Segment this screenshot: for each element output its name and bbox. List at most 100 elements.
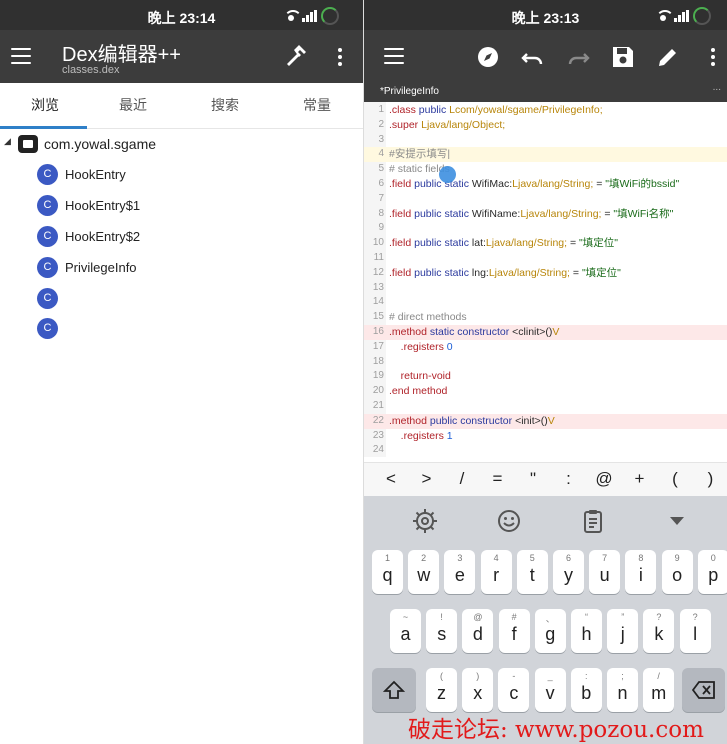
build-hammer-icon[interactable] xyxy=(284,44,308,68)
class-item[interactable]: C HookEntry$2 xyxy=(36,225,336,251)
code-line[interactable]: 20 .end method xyxy=(364,384,727,399)
class-item[interactable]: C xyxy=(36,287,336,313)
key-v[interactable]: _ v xyxy=(534,668,566,712)
class-item[interactable]: C HookEntry xyxy=(36,163,336,189)
symbol-key[interactable]: / xyxy=(450,469,474,489)
code-token: .field xyxy=(389,207,415,220)
key-x[interactable]: ) x xyxy=(462,668,494,712)
code-line[interactable]: 3 xyxy=(364,133,727,148)
symbol-key[interactable]: = xyxy=(486,469,510,489)
code-line[interactable]: 7 xyxy=(364,192,727,207)
text-cursor-handle[interactable] xyxy=(439,166,456,183)
shift-key[interactable] xyxy=(372,668,416,712)
code-token: #安提示填写| xyxy=(389,148,451,161)
backspace-key[interactable] xyxy=(682,668,725,712)
key-y[interactable]: 6y xyxy=(553,550,584,594)
code-line[interactable]: 14 xyxy=(364,295,727,310)
code-line[interactable]: 11 xyxy=(364,251,727,266)
code-line[interactable]: 22 .method public constructor <init>()V xyxy=(364,413,727,429)
class-item[interactable]: C xyxy=(36,317,336,343)
code-line[interactable]: 8 .field public static WifiName:Ljava/lan… xyxy=(364,207,727,222)
key-g[interactable]: 、 g xyxy=(534,609,566,653)
emoji-icon[interactable] xyxy=(496,508,522,534)
more-options-icon[interactable] xyxy=(338,48,342,66)
menu-icon[interactable] xyxy=(384,48,404,65)
key-c[interactable]: -c xyxy=(498,668,530,712)
key-p[interactable]: 0p xyxy=(697,550,727,594)
line-number: 10 xyxy=(372,237,384,249)
key-m[interactable]: / m xyxy=(643,668,675,712)
tab-browse[interactable]: 浏览 xyxy=(0,83,90,129)
symbol-key[interactable]: ( xyxy=(663,469,687,489)
hide-keyboard-chevron-icon[interactable] xyxy=(664,508,690,534)
save-icon[interactable] xyxy=(610,44,636,70)
code-line[interactable]: 2 .super Ljava/lang/Object; xyxy=(364,118,727,133)
code-line[interactable]: 13 xyxy=(364,281,727,296)
code-token: 0 xyxy=(446,340,453,353)
key-l[interactable]: ? l xyxy=(679,609,711,653)
code-line[interactable]: 12 .field public static lng:Ljava/lang/St… xyxy=(364,266,727,281)
code-line[interactable]: 18 xyxy=(364,355,727,370)
file-tab[interactable]: *PrivilegeInfo ... xyxy=(364,82,727,102)
key-h[interactable]: “h xyxy=(571,609,602,653)
symbol-key[interactable]: : xyxy=(557,469,581,489)
code-token: "填定位" xyxy=(579,237,618,250)
symbol-key[interactable]: @ xyxy=(592,469,616,489)
class-item[interactable]: C PrivilegeInfo xyxy=(36,256,336,282)
code-line[interactable]: 15 # direct methods xyxy=(364,310,727,325)
code-line[interactable]: 23 .registers 1 xyxy=(364,429,727,444)
key-j[interactable]: ” j xyxy=(607,609,639,653)
redo-icon[interactable] xyxy=(565,44,591,70)
code-line[interactable]: 6 .field public static WifiMac:Ljava/lang… xyxy=(364,177,727,192)
key-r[interactable]: 4r xyxy=(480,550,512,594)
code-line[interactable]: 1 .class public Lcom/yowal/sgame/Privileg… xyxy=(364,103,727,118)
code-line[interactable]: 19 return-void xyxy=(364,369,727,384)
collapse-arrow-icon[interactable]: ◢ xyxy=(4,136,11,147)
more-options-icon[interactable] xyxy=(711,48,715,66)
undo-icon[interactable] xyxy=(520,44,546,70)
key-o[interactable]: 9o xyxy=(661,550,693,594)
key-a[interactable]: ~ a xyxy=(390,609,421,653)
symbol-key[interactable]: ) xyxy=(699,469,723,489)
code-line[interactable]: 9 xyxy=(364,221,727,236)
code-line[interactable]: 16 .method static constructor <clinit>()V xyxy=(364,325,727,340)
keyboard-settings-gear-icon[interactable] xyxy=(412,508,438,534)
code-line[interactable]: 24 xyxy=(364,443,727,457)
key-u[interactable]: 7u xyxy=(589,550,621,594)
key-z[interactable]: (z xyxy=(426,668,457,712)
key-i[interactable]: 8i xyxy=(625,550,657,594)
code-token: Ljava/lang/Object; xyxy=(421,118,506,131)
tab-recent[interactable]: 最近 xyxy=(88,83,178,129)
symbol-key[interactable]: > xyxy=(415,469,439,489)
menu-icon[interactable] xyxy=(11,48,31,65)
key-w[interactable]: 2w xyxy=(408,550,440,594)
key-b[interactable]: :b xyxy=(570,668,602,712)
code-token: .registers xyxy=(400,340,447,353)
edit-pencil-icon[interactable] xyxy=(655,44,681,70)
key-n[interactable]: ; n xyxy=(607,668,638,712)
file-tab-more[interactable]: ... xyxy=(713,82,721,93)
key-t[interactable]: 5t xyxy=(516,550,548,594)
key-k[interactable]: ? k xyxy=(643,609,675,653)
code-line[interactable]: 17 .registers 0 xyxy=(364,340,727,355)
symbol-key[interactable]: < xyxy=(379,469,403,489)
navigate-compass-icon[interactable] xyxy=(475,44,501,70)
symbol-key[interactable]: " xyxy=(521,469,545,489)
key-letter: b xyxy=(581,683,592,703)
code-line[interactable]: 5 # static fields xyxy=(364,162,727,177)
symbol-key[interactable]: + xyxy=(628,469,652,489)
tab-constants[interactable]: 常量 xyxy=(272,83,362,129)
key-f[interactable]: # f xyxy=(498,609,530,653)
clipboard-icon[interactable] xyxy=(580,508,606,534)
key-e[interactable]: 3e xyxy=(444,550,476,594)
code-line[interactable]: 4 #安提示填写| xyxy=(364,147,727,163)
code-line[interactable]: 10 .field public static lat:Ljava/lang/St… xyxy=(364,236,727,251)
key-q[interactable]: 1q xyxy=(372,550,403,594)
key-d[interactable]: @ d xyxy=(462,609,494,653)
code-line[interactable]: 21 xyxy=(364,399,727,414)
code-editor[interactable]: 1 .class public Lcom/yowal/sgame/Privileg… xyxy=(364,102,727,457)
class-item[interactable]: C HookEntry$1 xyxy=(36,194,336,220)
key-s[interactable]: ! s xyxy=(426,609,458,653)
tab-search[interactable]: 搜索 xyxy=(180,83,270,129)
package-row[interactable]: ◢ com.yowal.sgame xyxy=(0,131,363,157)
